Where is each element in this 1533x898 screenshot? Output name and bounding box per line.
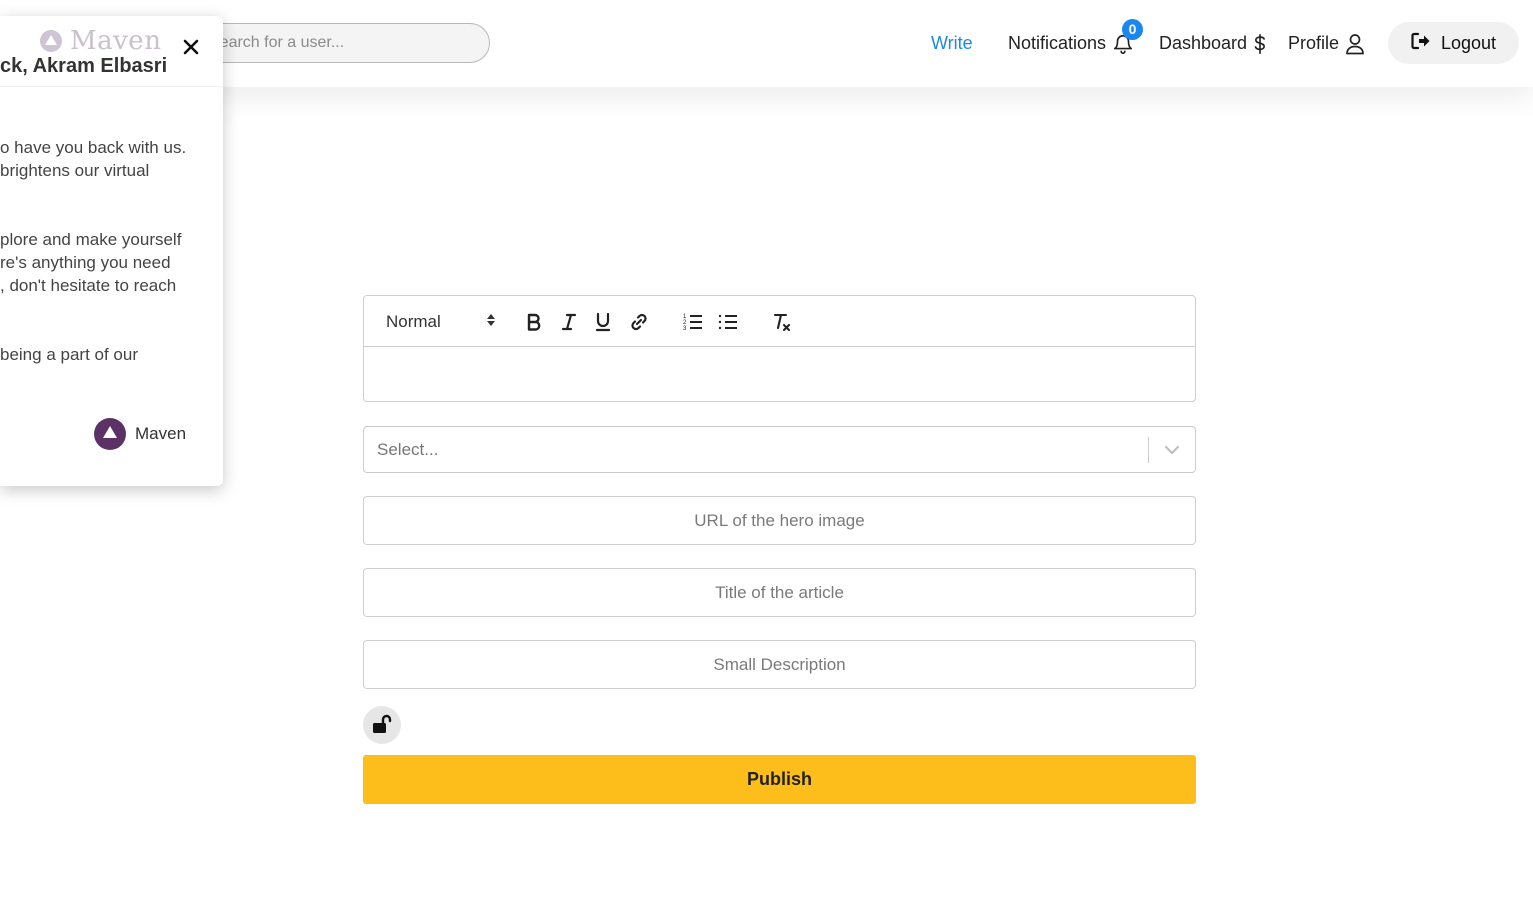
message-paragraph: plore and make yourself re's anything yo… — [0, 230, 182, 295]
visibility-toggle-button[interactable] — [363, 706, 401, 744]
nav-write-label: Write — [931, 33, 973, 53]
rich-text-editor: Normal 1 2 3 — [363, 295, 1196, 402]
logout-icon — [1411, 32, 1431, 55]
popup-brand-name: Maven — [70, 26, 162, 56]
small-description-input[interactable] — [363, 640, 1196, 689]
bullet-list-icon[interactable] — [718, 310, 738, 334]
nav-notifications-label: Notifications — [1008, 33, 1107, 53]
nav-dashboard-label: Dashboard — [1159, 33, 1248, 53]
notifications-count-badge: 0 — [1122, 18, 1144, 40]
welcome-popup-message: o have you back with us. brightens our v… — [0, 136, 223, 412]
heading-format-value: Normal — [386, 312, 441, 331]
article-title-input[interactable] — [363, 568, 1196, 617]
close-icon[interactable] — [180, 36, 202, 58]
updown-caret-icon — [486, 312, 496, 332]
clear-format-icon[interactable] — [772, 310, 792, 334]
welcome-popup: Maven ck, Akram Elbasri o have you back … — [0, 16, 223, 486]
chevron-down-icon[interactable] — [1149, 445, 1195, 455]
heading-format-select[interactable]: Normal — [386, 310, 496, 334]
signature-name: Maven — [135, 424, 187, 443]
nav-dashboard-link[interactable]: Dashboard — [1159, 0, 1267, 87]
logout-button[interactable]: Logout — [1388, 22, 1519, 64]
bold-icon[interactable] — [526, 310, 542, 334]
message-paragraph: being a part of our — [0, 345, 138, 364]
popup-signature: Maven — [94, 418, 186, 450]
maven-logo-icon — [40, 30, 62, 52]
user-icon — [1345, 33, 1365, 55]
hero-image-url-input[interactable] — [363, 496, 1196, 545]
svg-text:3: 3 — [683, 326, 687, 332]
nav-profile-link[interactable]: Profile — [1288, 0, 1365, 87]
nav-profile-label: Profile — [1288, 33, 1340, 53]
italic-icon[interactable] — [561, 310, 577, 334]
editor-content-area[interactable] — [364, 347, 1195, 401]
nav-notifications-link[interactable]: Notifications 0 — [1008, 0, 1144, 87]
top-navbar: Write Notifications 0 Dashboard Profile — [0, 0, 1533, 87]
publish-button[interactable]: Publish — [363, 755, 1196, 804]
dollar-icon — [1253, 33, 1267, 55]
editor-toolbar: Normal 1 2 3 — [364, 296, 1195, 347]
logout-label: Logout — [1440, 32, 1497, 53]
category-select-placeholder: Select... — [377, 439, 439, 459]
welcome-popup-title: ck, Akram Elbasri — [0, 55, 168, 77]
popup-brand: Maven — [40, 26, 161, 56]
unlock-icon — [372, 714, 392, 737]
category-select[interactable]: Select... — [363, 426, 1196, 473]
link-icon[interactable] — [629, 310, 649, 334]
nav-write-link[interactable]: Write — [931, 0, 973, 87]
maven-avatar-icon — [94, 418, 126, 450]
ordered-list-icon[interactable]: 1 2 3 — [683, 310, 703, 334]
message-paragraph: o have you back with us. brightens our v… — [0, 138, 187, 180]
underline-icon[interactable] — [595, 310, 611, 334]
user-search-input[interactable] — [190, 23, 490, 63]
bell-icon: 0 — [1112, 18, 1144, 55]
